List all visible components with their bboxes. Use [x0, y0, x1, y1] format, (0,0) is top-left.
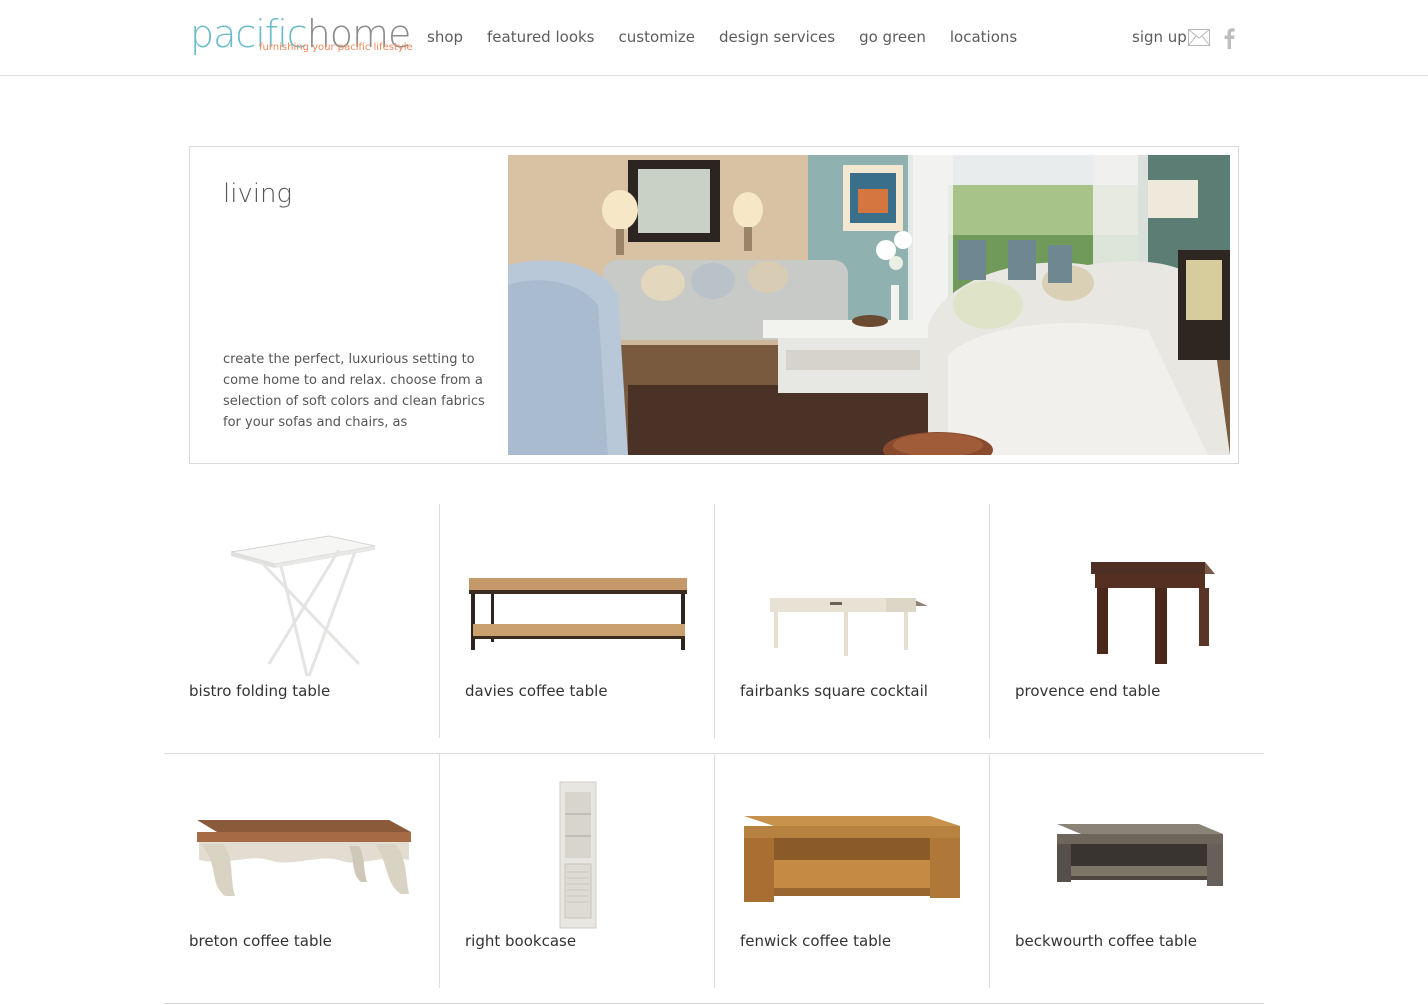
product-card[interactable]: breton coffee table — [164, 754, 439, 988]
product-row: bistro folding table davies coffee table — [164, 504, 1264, 754]
product-grid: bistro folding table davies coffee table — [164, 504, 1264, 1004]
product-name[interactable]: fairbanks square cocktail — [740, 682, 928, 700]
logo[interactable]: pacifichome furnishing your pacific life… — [190, 12, 413, 60]
product-card[interactable]: beckwourth coffee table — [989, 754, 1264, 988]
nav-go-green[interactable]: go green — [847, 24, 938, 50]
mail-icon[interactable] — [1188, 29, 1210, 46]
product-image-breton-coffee-table[interactable] — [189, 764, 414, 934]
main-nav: shop featured looks customize design ser… — [415, 24, 1029, 50]
product-name[interactable]: beckwourth coffee table — [1015, 932, 1197, 950]
hero-description: create the perfect, luxurious setting to… — [223, 352, 485, 430]
product-name[interactable]: right bookcase — [465, 932, 576, 950]
hero-living-room-image — [508, 155, 1230, 455]
product-image-fairbanks-square-cocktail[interactable] — [740, 514, 965, 684]
nav-featured-looks[interactable]: featured looks — [475, 24, 606, 50]
product-card[interactable]: fenwick coffee table — [714, 754, 989, 988]
product-image-provence-end-table[interactable] — [1015, 514, 1240, 684]
sign-up-link[interactable]: sign up — [1132, 24, 1187, 50]
product-name[interactable]: davies coffee table — [465, 682, 608, 700]
product-row: breton coffee table right bookcase fenwi… — [164, 754, 1264, 1004]
hero-title: living — [223, 179, 293, 209]
nav-design-services[interactable]: design services — [707, 24, 847, 50]
nav-customize[interactable]: customize — [607, 24, 708, 50]
logo-tagline: furnishing your pacific lifestyle — [259, 42, 413, 53]
product-card[interactable]: bistro folding table — [164, 504, 439, 738]
hero-panel: living create the perfect, luxurious set… — [189, 146, 1239, 464]
facebook-icon[interactable] — [1222, 27, 1236, 49]
product-card[interactable]: provence end table — [989, 504, 1264, 738]
product-card[interactable]: fairbanks square cocktail — [714, 504, 989, 738]
product-name[interactable]: bistro folding table — [189, 682, 330, 700]
product-name[interactable]: fenwick coffee table — [740, 932, 891, 950]
product-name[interactable]: breton coffee table — [189, 932, 332, 950]
product-name[interactable]: provence end table — [1015, 682, 1160, 700]
site-header: pacifichome furnishing your pacific life… — [0, 0, 1428, 76]
product-card[interactable]: right bookcase — [439, 754, 714, 988]
product-card[interactable]: davies coffee table — [439, 504, 714, 738]
nav-locations[interactable]: locations — [938, 24, 1029, 50]
product-image-davies-coffee-table[interactable] — [465, 514, 690, 684]
product-image-beckwourth-coffee-table[interactable] — [1015, 764, 1240, 934]
product-image-right-bookcase[interactable] — [465, 764, 690, 934]
nav-shop[interactable]: shop — [415, 24, 475, 50]
product-image-fenwick-coffee-table[interactable] — [740, 764, 965, 934]
product-image-bistro-folding-table[interactable] — [189, 514, 414, 684]
